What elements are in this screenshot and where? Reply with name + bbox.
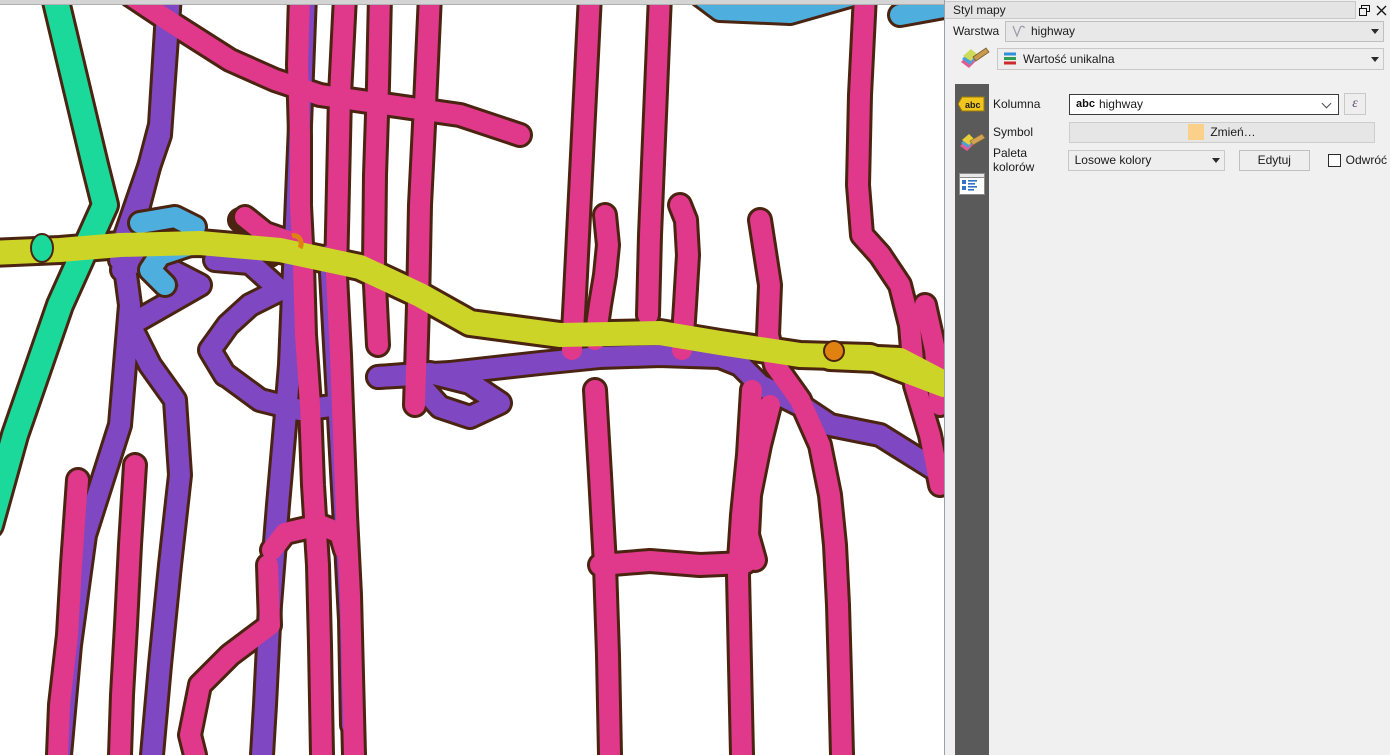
layer-combo[interactable]: highway: [1005, 20, 1384, 42]
renderer-combo[interactable]: Wartość unikalna: [997, 48, 1384, 70]
line-geometry-icon: [1012, 24, 1026, 38]
symbology-tab[interactable]: [955, 124, 989, 164]
symbol-label: Symbol: [993, 125, 1034, 139]
panel-title: Styl mapy: [945, 1, 1356, 19]
symbol-row: Symbol Zmień…: [993, 120, 1387, 144]
invert-checkbox[interactable]: Odwróć: [1327, 153, 1388, 167]
undock-icon[interactable]: [1356, 1, 1373, 19]
style-tool-sidebar: abc: [955, 84, 989, 755]
labels-tab[interactable]: abc: [955, 84, 989, 124]
categorized-renderer-icon: [1003, 51, 1017, 68]
renderer-selector-row: Wartość unikalna: [953, 47, 1384, 71]
chevron-down-icon: [1371, 28, 1379, 34]
legend-tab[interactable]: [955, 164, 989, 204]
color-ramp-label: Paleta kolorów: [993, 146, 1035, 174]
field-type-badge: abc: [1076, 98, 1095, 110]
expression-button[interactable]: ε: [1344, 93, 1366, 115]
layer-label: Warstwa: [953, 24, 1000, 38]
layer-name: highway: [1031, 24, 1076, 38]
qgis-window: .csg { fill:none; stroke:#4a2410; stroke…: [0, 0, 1390, 755]
column-combo[interactable]: abc highway: [1069, 93, 1339, 115]
renderer-name: Wartość unikalna: [1023, 52, 1115, 66]
renderer-form: Kolumna abc highway ε Symbol Zmień… Pale…: [993, 92, 1387, 176]
column-label: Kolumna: [993, 97, 1041, 111]
change-symbol-button[interactable]: Zmień…: [1069, 121, 1375, 143]
color-ramp-combo[interactable]: Losowe kolory: [1067, 149, 1225, 171]
column-row: Kolumna abc highway ε: [993, 92, 1387, 116]
color-ramp-value: Losowe kolory: [1074, 153, 1152, 167]
change-symbol-label: Zmień…: [1210, 125, 1256, 139]
invert-checkbox-box[interactable]: [1327, 153, 1341, 167]
map-canvas[interactable]: .csg { fill:none; stroke:#4a2410; stroke…: [0, 0, 944, 755]
invert-label: Odwróć: [1345, 153, 1388, 167]
map-render: .csg { fill:none; stroke:#4a2410; stroke…: [0, 5, 944, 755]
edit-ramp-button[interactable]: Edytuj: [1238, 149, 1310, 171]
map-style-panel: Styl mapy Warstwa highway Wartość unikal…: [944, 0, 1390, 755]
chevron-down-icon: [1211, 157, 1220, 163]
color-ramp-row: Paleta kolorów Losowe kolory Edytuj Odwr…: [993, 146, 1388, 174]
paintbrush-icon: [953, 46, 997, 72]
svg-text:abc: abc: [965, 100, 981, 110]
layer-selector-row: Warstwa highway: [953, 20, 1384, 42]
close-icon[interactable]: [1373, 1, 1390, 19]
column-value: highway: [1098, 97, 1143, 111]
chevron-down-icon: [1322, 99, 1332, 109]
symbol-preview-swatch: [1188, 124, 1205, 140]
chevron-down-icon: [1371, 56, 1379, 62]
panel-titlebar: Styl mapy: [945, 0, 1390, 19]
